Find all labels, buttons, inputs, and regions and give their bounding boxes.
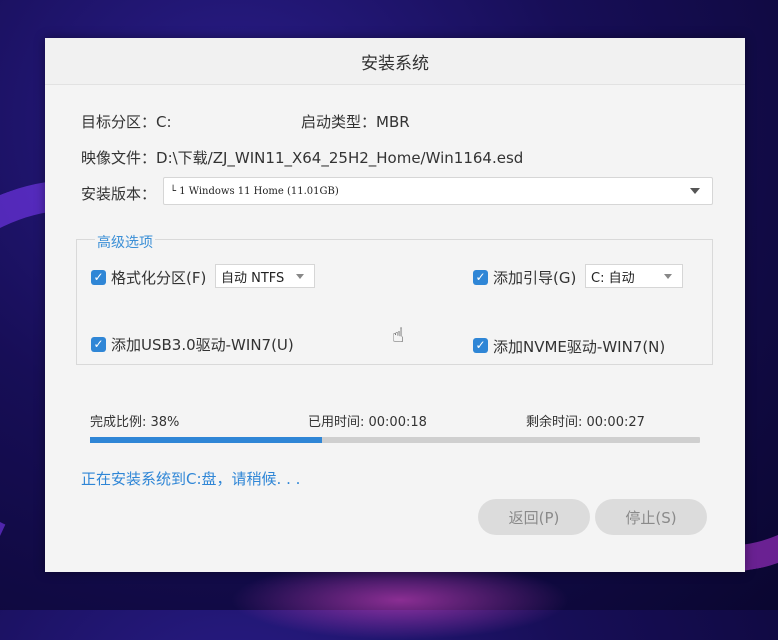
add-usb3-label: 添加USB3.0驱动-WIN7(U) [111,336,294,354]
status-text: 正在安装系统到C:盘，请稍候. . . [81,470,301,488]
image-file-label: 映像文件： [81,149,157,167]
checkmark-icon: ✓ [475,338,486,352]
version-select-value: └ 1 Windows 11 Home (11.01GB) [170,185,339,197]
hand-cursor-icon: ☝ [392,323,405,347]
checkmark-icon: ✓ [93,270,104,284]
add-nvme-label: 添加NVME驱动-WIN7(N) [493,338,666,356]
boot-type-label: 启动类型： [301,113,377,131]
boot-drive-select[interactable]: C: 自动 [585,264,683,288]
checkmark-icon: ✓ [93,337,104,351]
advanced-options-title: 高级选项 [95,232,155,252]
add-nvme-checkbox[interactable]: ✓ [473,338,488,353]
image-file-row: 映像文件：D:\下载/ZJ_WIN11_X64_25H2_Home/Win116… [81,147,523,168]
partition-value: C: [156,113,172,131]
install-dialog: 安装系统 目标分区：C: 启动类型：MBR 映像文件：D:\下载/ZJ_WIN1… [45,38,745,572]
boot-type-row: 启动类型：MBR [301,111,410,132]
version-label: 安装版本： [81,185,157,203]
format-partition-checkbox[interactable]: ✓ [91,270,106,285]
chevron-down-icon [296,274,304,279]
chevron-down-icon [690,188,700,194]
add-boot-label: 添加引导(G) [493,269,577,287]
format-fs-select[interactable]: 自动 NTFS [215,264,315,288]
back-button[interactable]: 返回(P) [478,499,590,535]
add-usb3-checkbox[interactable]: ✓ [91,337,106,352]
chevron-down-icon [664,274,672,279]
boot-drive-select-value: C: 自动 [591,270,635,286]
add-boot-checkbox[interactable]: ✓ [473,270,488,285]
format-fs-select-value: 自动 NTFS [221,270,285,286]
wallpaper-glow [230,560,570,640]
partition-label: 目标分区： [81,113,157,131]
image-file-value: D:\下载/ZJ_WIN11_X64_25H2_Home/Win1164.esd [156,149,524,167]
format-partition-label: 格式化分区(F) [111,269,207,287]
boot-type-value: MBR [376,113,410,131]
progress-bar-fill [90,437,322,443]
remaining-time-label: 剩余时间: 00:00:27 [526,415,645,430]
version-select[interactable]: └ 1 Windows 11 Home (11.01GB) [163,177,713,205]
progress-percent-label: 完成比例: 38% [90,415,180,430]
partition-row: 目标分区：C: [81,111,172,132]
progress-bar [90,437,700,443]
dialog-title: 安装系统 [45,38,745,85]
elapsed-time-label: 已用时间: 00:00:18 [308,415,427,430]
checkmark-icon: ✓ [475,270,486,284]
stop-button[interactable]: 停止(S) [595,499,707,535]
